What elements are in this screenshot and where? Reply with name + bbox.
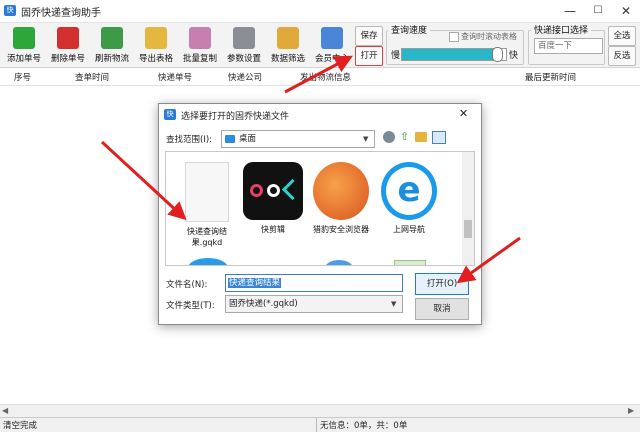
arrow-to-dialog-open — [456, 236, 521, 284]
annotation-arrows — [100, 55, 521, 284]
arrow-to-open-button — [284, 55, 353, 94]
arrow-to-file — [100, 140, 187, 221]
